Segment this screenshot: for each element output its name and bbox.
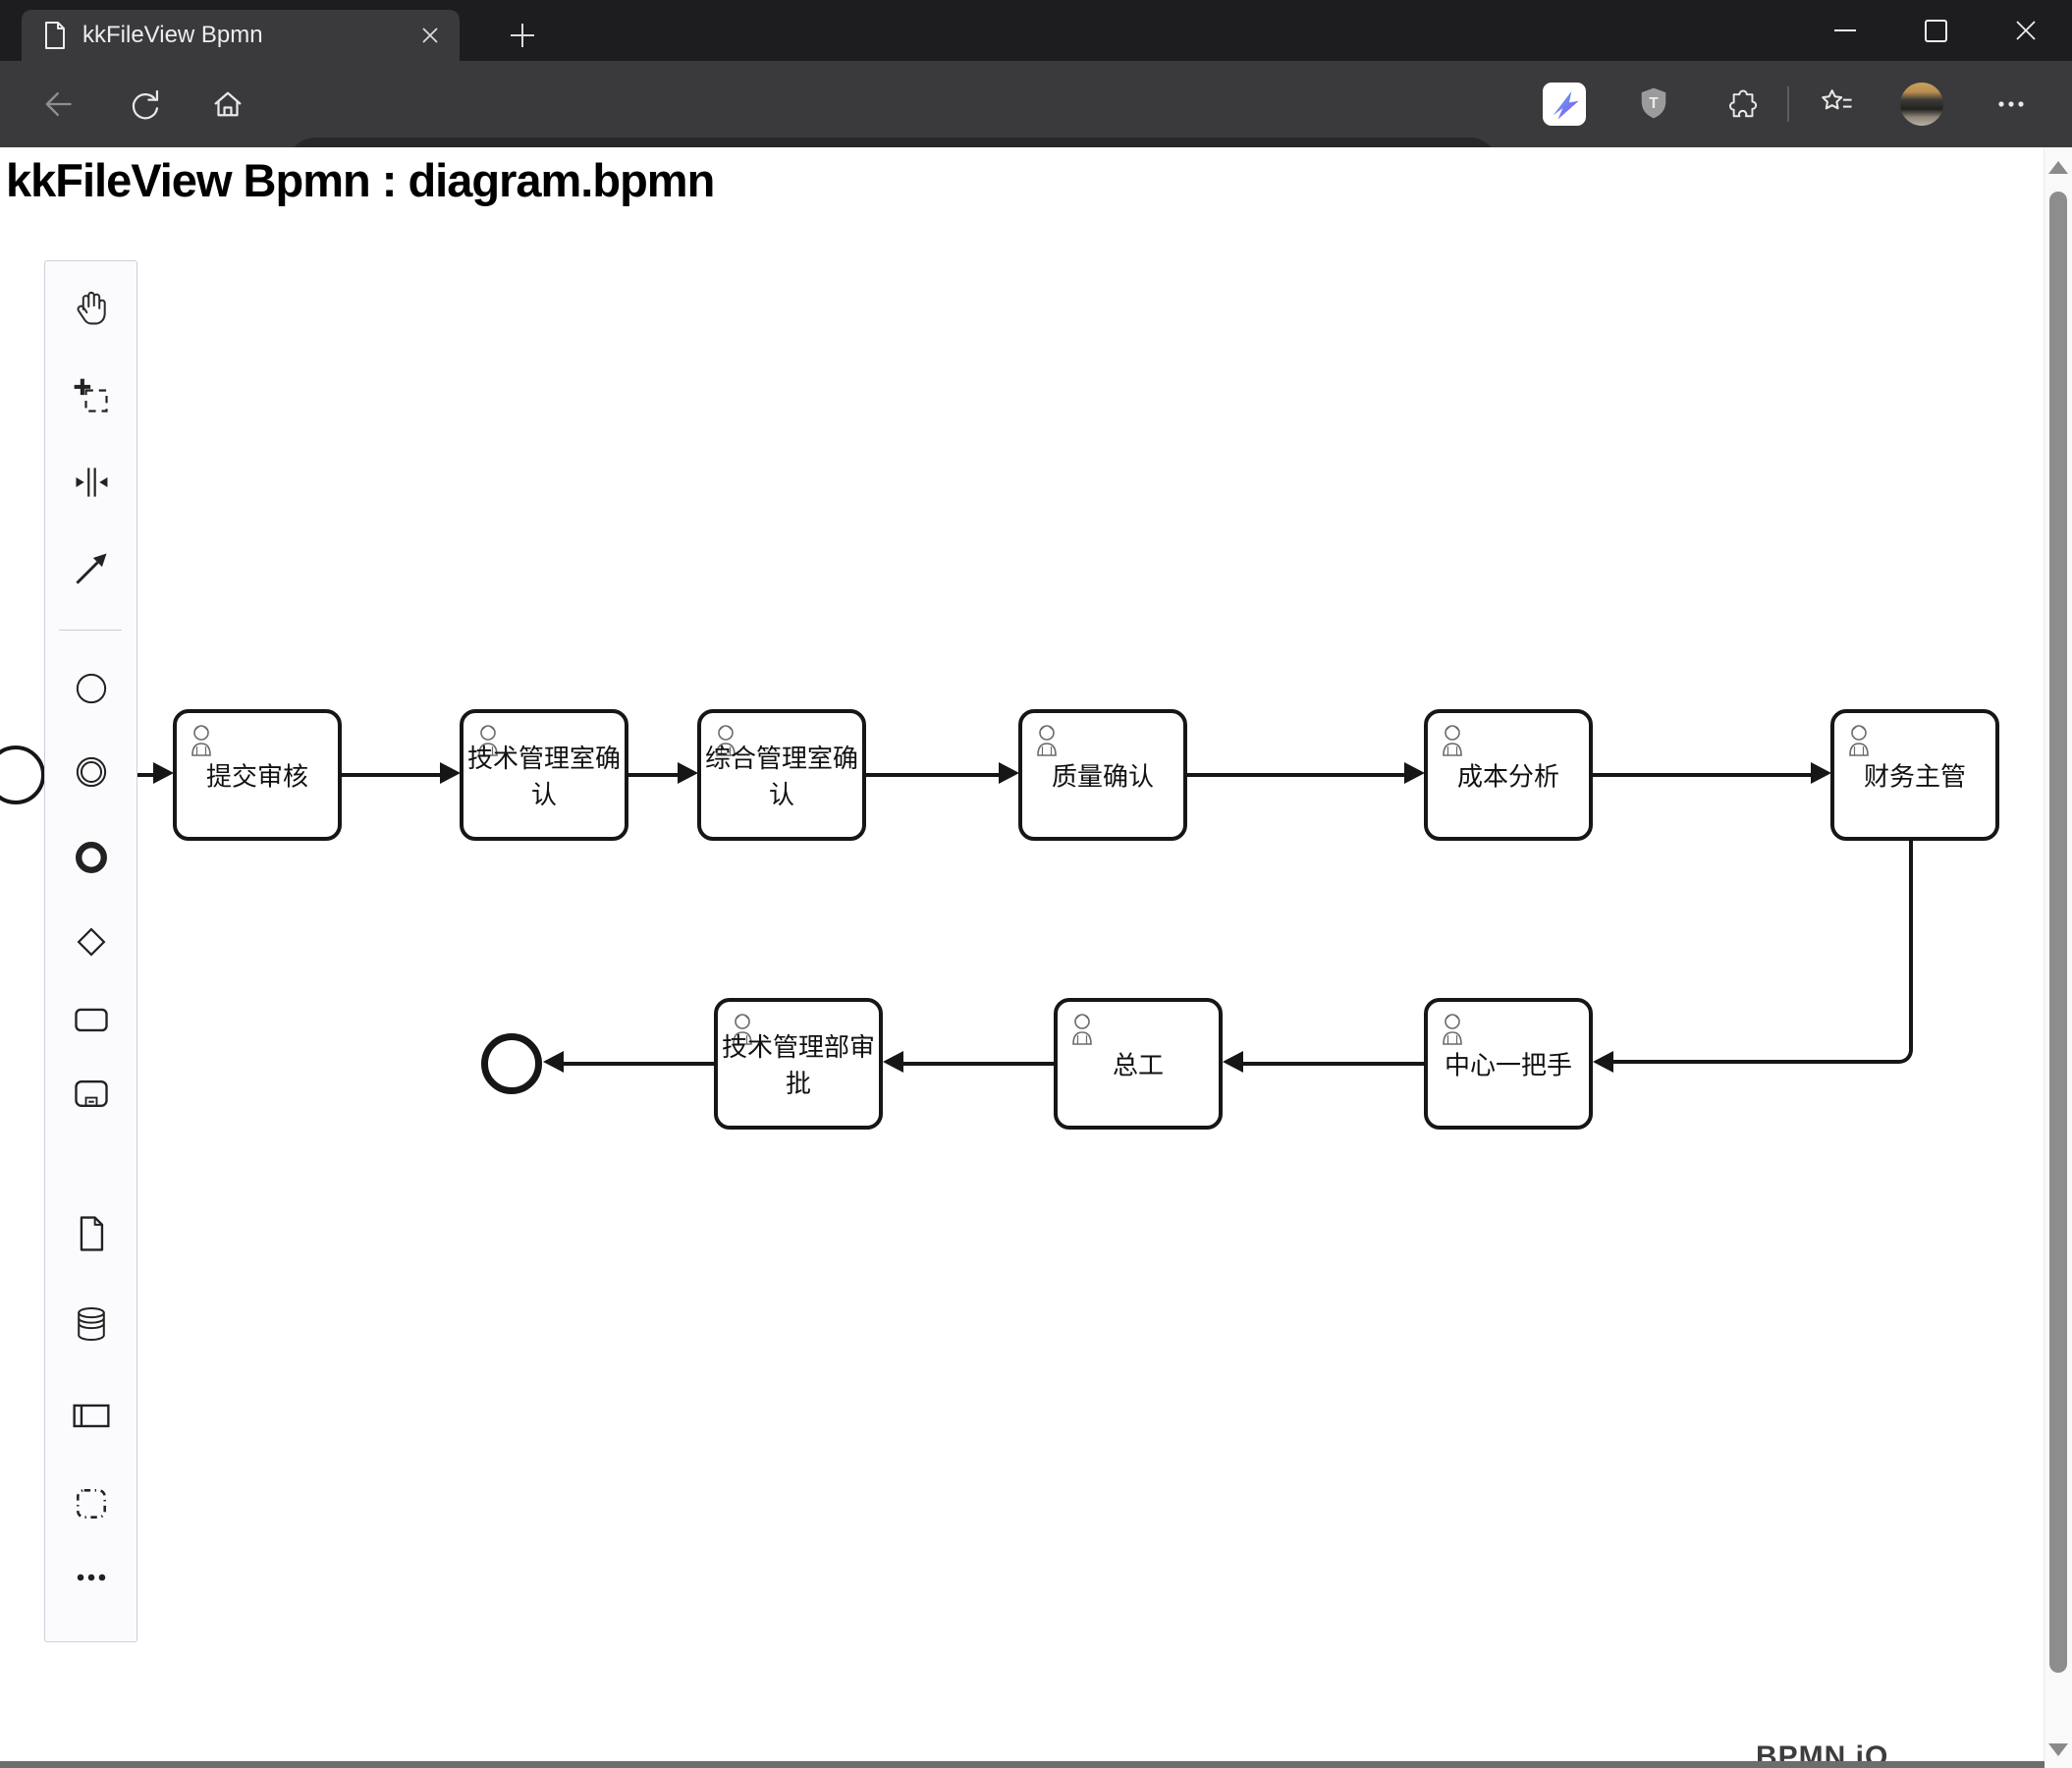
user-icon bbox=[1443, 725, 1462, 756]
task-label: 提交审核 bbox=[205, 761, 308, 792]
task-label: 财务主管 bbox=[1863, 761, 1966, 792]
create-participant-icon[interactable] bbox=[69, 1393, 114, 1438]
new-tab-button[interactable] bbox=[501, 14, 544, 57]
user-icon bbox=[191, 725, 211, 756]
svg-text:T: T bbox=[1649, 95, 1659, 112]
arrowhead bbox=[1223, 1051, 1243, 1073]
flow-t9-to-end[interactable] bbox=[563, 1062, 714, 1066]
user-task[interactable]: 综合管理室确认 bbox=[697, 709, 866, 841]
bpmn-palette bbox=[44, 260, 137, 1642]
tab-close-icon[interactable] bbox=[414, 20, 446, 51]
window-minimize-button[interactable] bbox=[1815, 0, 1876, 61]
user-task[interactable]: 技术管理室确认 bbox=[460, 709, 628, 841]
horizontal-scrollbar[interactable] bbox=[0, 1761, 2045, 1768]
browser-window: kkFileView Bpmn T kkFileView Bpmn: diag… bbox=[0, 0, 2072, 1768]
more-menu-icon[interactable] bbox=[1990, 83, 2033, 126]
create-task-icon[interactable] bbox=[69, 997, 114, 1042]
user-task[interactable]: 提交审核 bbox=[173, 709, 342, 841]
end-event[interactable] bbox=[481, 1033, 542, 1094]
create-data-object-icon[interactable] bbox=[69, 1211, 114, 1256]
vertical-scrollbar[interactable] bbox=[2044, 147, 2072, 1768]
flow-t4-to-t5[interactable] bbox=[1187, 773, 1404, 777]
task-label: 技术管理室确认 bbox=[467, 744, 622, 809]
flow-t7-to-t8[interactable] bbox=[1242, 1062, 1424, 1066]
flow-t1-to-t2[interactable] bbox=[342, 773, 440, 777]
flow-t2-to-t3[interactable] bbox=[628, 773, 678, 777]
arrowhead bbox=[1404, 762, 1425, 784]
user-icon bbox=[1072, 1014, 1092, 1045]
flow-t3-to-t4[interactable] bbox=[866, 773, 999, 777]
tab-kkfileview[interactable]: kkFileView Bpmn bbox=[22, 10, 460, 61]
favorites-list-icon[interactable] bbox=[1815, 83, 1858, 126]
user-task[interactable]: 总工 bbox=[1054, 998, 1223, 1130]
page-title: kkFileView Bpmn : diagram.bpmn bbox=[6, 154, 715, 206]
flow-t5-to-t6[interactable] bbox=[1593, 773, 1811, 777]
arrowhead bbox=[153, 762, 174, 784]
extensions-puzzle-icon[interactable] bbox=[1719, 83, 1763, 126]
create-data-store-icon[interactable] bbox=[69, 1301, 114, 1347]
bird-extension-icon[interactable] bbox=[1543, 83, 1586, 126]
task-label: 总工 bbox=[1112, 1050, 1164, 1080]
user-icon bbox=[1443, 1014, 1462, 1045]
window-maximize-button[interactable] bbox=[1905, 0, 1966, 61]
task-label: 质量确认 bbox=[1051, 761, 1154, 792]
arrowhead bbox=[999, 762, 1019, 784]
hand-tool-icon[interactable] bbox=[69, 285, 114, 330]
scroll-down-arrow[interactable] bbox=[2048, 1743, 2068, 1756]
flow-t6-to-t7[interactable] bbox=[1612, 841, 1913, 1064]
palette-more-options-icon[interactable] bbox=[69, 1560, 114, 1595]
refresh-button[interactable] bbox=[123, 83, 166, 126]
palette-divider bbox=[59, 630, 122, 631]
scroll-up-arrow[interactable] bbox=[2048, 161, 2068, 174]
create-intermediate-event-icon[interactable] bbox=[69, 749, 114, 795]
window-close-button[interactable] bbox=[1995, 0, 2056, 61]
back-button[interactable] bbox=[34, 83, 78, 126]
arrowhead bbox=[883, 1051, 903, 1073]
create-subprocess-icon[interactable] bbox=[69, 1071, 114, 1116]
user-icon bbox=[1037, 725, 1057, 756]
create-gateway-icon[interactable] bbox=[69, 919, 114, 965]
global-connect-tool-icon[interactable] bbox=[69, 546, 114, 591]
tab-title: kkFileView Bpmn bbox=[82, 22, 263, 48]
flow-t8-to-t9[interactable] bbox=[902, 1062, 1054, 1066]
task-label: 成本分析 bbox=[1456, 761, 1559, 792]
task-label: 技术管理部审批 bbox=[722, 1032, 876, 1098]
user-task[interactable]: 成本分析 bbox=[1424, 709, 1593, 841]
arrowhead bbox=[1593, 1051, 1613, 1073]
task-label: 综合管理室确认 bbox=[705, 744, 859, 809]
user-icon bbox=[1849, 725, 1869, 756]
user-task[interactable]: 质量确认 bbox=[1018, 709, 1187, 841]
browser-toolbar: https://file.kkview.cn/onlinePreview?url… bbox=[0, 61, 2072, 193]
profile-avatar[interactable] bbox=[1900, 83, 1943, 126]
home-button[interactable] bbox=[206, 83, 249, 126]
lasso-tool-icon[interactable] bbox=[69, 373, 114, 418]
document-icon bbox=[43, 21, 67, 50]
arrowhead bbox=[440, 762, 461, 784]
arrowhead bbox=[543, 1051, 564, 1073]
create-end-event-icon[interactable] bbox=[69, 835, 114, 880]
create-start-event-icon[interactable] bbox=[69, 666, 114, 711]
tab-strip: kkFileView Bpmn bbox=[0, 0, 2072, 61]
user-task[interactable]: 中心一把手 bbox=[1424, 998, 1593, 1130]
scrollbar-thumb[interactable] bbox=[2049, 192, 2067, 1673]
create-group-icon[interactable] bbox=[69, 1481, 114, 1526]
shield-t-extension-icon[interactable]: T bbox=[1632, 83, 1675, 126]
user-task[interactable]: 技术管理部审批 bbox=[714, 998, 883, 1130]
space-tool-icon[interactable] bbox=[69, 460, 114, 505]
arrowhead bbox=[1811, 762, 1831, 784]
toolbar-divider bbox=[1787, 86, 1789, 122]
arrowhead bbox=[678, 762, 698, 784]
user-task[interactable]: 财务主管 bbox=[1830, 709, 1999, 841]
task-label: 中心一把手 bbox=[1444, 1050, 1572, 1080]
